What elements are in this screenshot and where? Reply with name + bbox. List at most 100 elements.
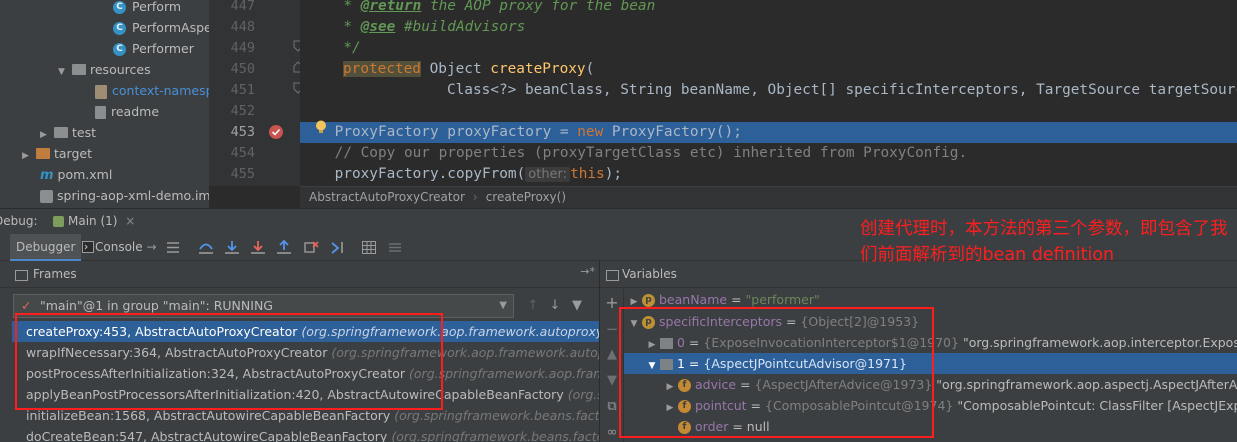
text-file-icon <box>95 106 106 119</box>
field-icon: f <box>678 379 691 392</box>
step-out-icon[interactable] <box>276 240 292 255</box>
tree-item-performaspect[interactable]: C PerformAspect <box>113 17 209 38</box>
arrow-down-icon[interactable]: ↓ <box>544 298 566 313</box>
chevron-down-icon[interactable]: ▼ <box>628 314 640 332</box>
step-into-icon[interactable] <box>250 240 266 255</box>
drop-frame-icon[interactable] <box>304 240 320 255</box>
filter-icon[interactable]: ▼ <box>566 298 588 313</box>
code-line: protected Object createProxy( <box>343 61 595 77</box>
line-number-current: 453 <box>230 124 255 140</box>
pin-tab-icon[interactable]: →* <box>580 265 595 278</box>
tree-item-pom[interactable]: m pom.xml <box>40 164 112 185</box>
project-tree: C Perform C PerformAspect C Performer ▼r… <box>0 0 209 208</box>
line-number: 449 <box>230 40 255 56</box>
tree-item-iml[interactable]: spring-aop-xml-demo.iml <box>40 185 209 206</box>
run-to-cursor-icon[interactable] <box>330 240 346 255</box>
variable-row[interactable]: ▶ f pointcut = {ComposablePointcut@1974} "… <box>624 395 1237 416</box>
breakpoint-icon[interactable] <box>268 124 284 140</box>
tree-item-readme[interactable]: readme <box>95 101 159 122</box>
folder-icon <box>54 127 68 138</box>
tree-item-performer[interactable]: C Performer <box>113 38 194 59</box>
code-line: * @return the AOP proxy for the bean <box>300 0 656 14</box>
chevron-down-icon[interactable]: ▼ <box>499 295 507 317</box>
frames-navigation: ↑ ↓ ▼ <box>522 298 594 316</box>
code-line: */ <box>300 40 361 56</box>
field-icon: f <box>678 400 691 413</box>
stack-frame[interactable]: wrapIfNecessary:364, AbstractAutoProxyCr… <box>12 342 599 363</box>
stack-frame[interactable]: postProcessAfterInitialization:324, Abst… <box>12 363 599 384</box>
line-number: 452 <box>230 103 255 119</box>
line-number: 448 <box>230 19 255 35</box>
variables-sidebar: + − ▲ ▼ ⧉ ∞ <box>600 289 624 442</box>
evaluate-expression-icon[interactable] <box>362 241 376 254</box>
variables-panel: Variables + − ▲ ▼ ⧉ ∞ ▶ p beanName = "perf… <box>599 261 1237 442</box>
thread-selector[interactable]: ✓ "main"@1 in group "main": RUNNING ▼ <box>13 294 514 318</box>
console-icon <box>82 241 94 253</box>
chevron-down-icon[interactable]: ▼ <box>58 62 68 83</box>
watch-glasses-icon[interactable]: ∞ <box>605 426 619 440</box>
code-line: proxyFactory.copyFrom(other: this); <box>300 166 623 182</box>
frames-menu-icon[interactable] <box>166 241 180 254</box>
variable-row[interactable]: f order = null <box>624 416 1237 437</box>
tab-debugger[interactable]: Debugger <box>10 234 82 261</box>
breadcrumb: AbstractAutoProxyCreator › createProxy() <box>300 186 1237 208</box>
array-element-icon <box>660 338 673 349</box>
parameter-hint: other: <box>525 167 571 182</box>
trace-stream-icon[interactable] <box>388 241 402 254</box>
chevron-right-icon[interactable]: ▶ <box>664 377 676 395</box>
arrow-up-icon[interactable]: ▲ <box>605 348 619 362</box>
array-element-icon <box>660 359 673 370</box>
minus-icon[interactable]: − <box>605 322 619 337</box>
parameter-icon: p <box>642 316 655 329</box>
tree-item-perform[interactable]: C Perform <box>113 0 181 17</box>
chevron-right-icon[interactable]: ▶ <box>22 146 32 167</box>
line-number: 447 <box>230 0 255 14</box>
maven-icon: m <box>40 168 54 183</box>
checkmark-icon: ✓ <box>21 298 32 313</box>
variable-row[interactable]: ▶ p beanName = "performer" <box>624 289 1237 310</box>
step-over-icon[interactable] <box>224 240 240 255</box>
annotation-note: 创建代理时，本方法的第三个参数，即包含了我们前面解析到的bean definit… <box>860 219 1228 265</box>
chevron-right-icon[interactable]: ▶ <box>646 335 658 353</box>
stack-frame[interactable]: doCreateBean:547, AbstractAutowireCapabl… <box>12 426 599 442</box>
stack-frame[interactable]: createProxy:453, AbstractAutoProxyCreato… <box>12 321 599 342</box>
tree-item-test[interactable]: ▶ test <box>40 122 96 143</box>
module-file-icon <box>40 190 53 203</box>
variable-row-selected[interactable]: ▼ 1 = {AspectJPointcutAdvisor@1971} <box>624 353 1237 374</box>
arrow-down-icon[interactable]: ▼ <box>605 374 619 388</box>
line-number: 450 <box>230 61 255 77</box>
line-number: 454 <box>230 145 255 161</box>
breadcrumb-separator: › <box>472 190 478 204</box>
editor-gutter[interactable]: 447 448 449 450 451 452 453 454 455 <box>209 0 303 186</box>
line-number: 455 <box>230 166 255 182</box>
code-editor[interactable]: * @return the AOP proxy for the bean * @… <box>300 0 1237 186</box>
close-icon[interactable]: × <box>125 214 135 228</box>
frames-panel: Frames →* ✓ "main"@1 in group "main": RUN… <box>0 261 599 442</box>
stack-frame[interactable]: initializeBean:1568, AbstractAutowireCap… <box>12 405 599 426</box>
variable-row[interactable]: ▶ f advice = {AspectJAfterAdvice@1973} "or… <box>624 374 1237 395</box>
plus-icon[interactable]: + <box>605 295 619 311</box>
breadcrumb-method[interactable]: createProxy() <box>486 190 566 204</box>
parameter-icon: p <box>642 294 655 307</box>
chevron-right-icon[interactable]: ▶ <box>664 398 676 416</box>
tree-item-target[interactable]: ▶ target <box>22 143 92 164</box>
show-execution-point-icon[interactable] <box>198 240 214 255</box>
copy-icon[interactable]: ⧉ <box>605 400 619 414</box>
tree-item-context-namespace[interactable]: context-namespace.xml <box>95 80 209 101</box>
lightbulb-icon[interactable] <box>314 119 328 137</box>
breadcrumb-class[interactable]: AbstractAutoProxyCreator <box>309 190 465 204</box>
line-number: 451 <box>230 82 255 98</box>
field-icon: f <box>678 421 691 434</box>
code-line: * @see #buildAdvisors <box>300 19 526 35</box>
debug-label: Debug: <box>0 214 38 228</box>
variable-row[interactable]: ▶ 0 = {ExposeInvocationInterceptor$1@1970… <box>624 332 1237 353</box>
code-line: Class<?> beanClass, String beanName, Obj… <box>343 82 1237 98</box>
tree-item-resources[interactable]: ▼ resources <box>58 59 151 80</box>
debug-session-tab[interactable]: Main (1) × <box>50 209 143 234</box>
arrow-up-icon[interactable]: ↑ <box>522 298 544 313</box>
stack-frame[interactable]: applyBeanPostProcessorsAfterInitializati… <box>12 384 599 405</box>
chevron-right-icon[interactable]: ▶ <box>628 292 640 310</box>
variable-row[interactable]: ▼ p specificInterceptors = {Object[2]@1953… <box>624 311 1237 332</box>
folder-icon <box>72 64 86 75</box>
chevron-down-icon[interactable]: ▼ <box>646 356 658 374</box>
